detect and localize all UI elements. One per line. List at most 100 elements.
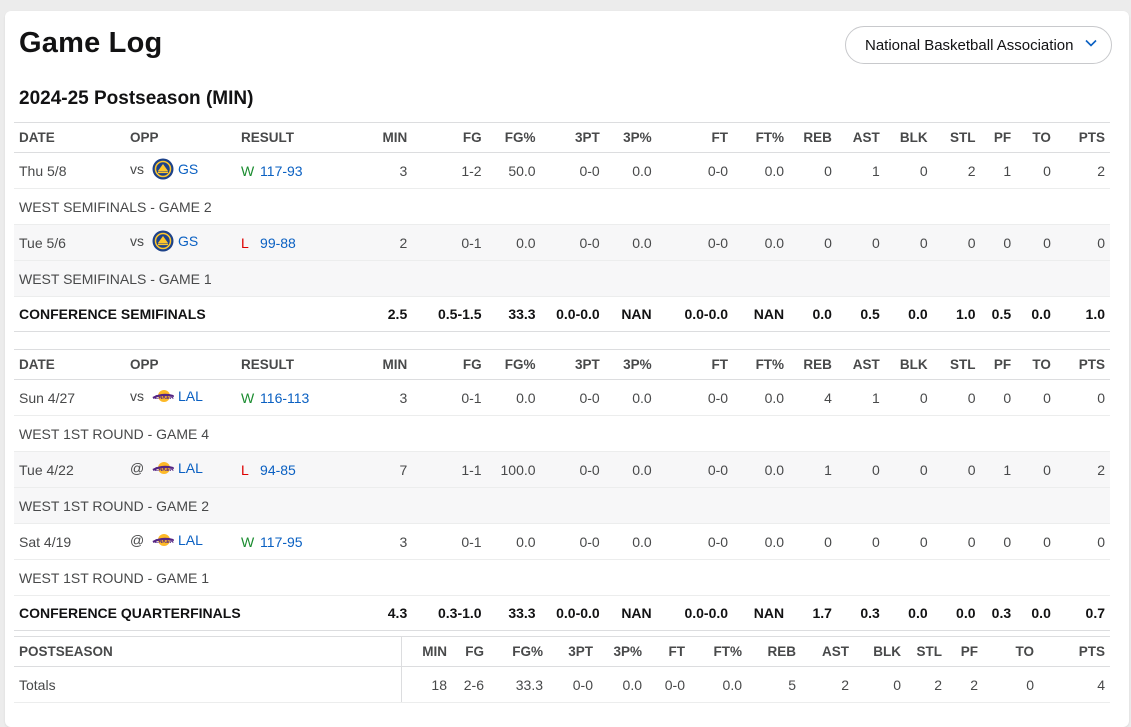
stat-3pt: 0-0 [540,379,605,416]
summary-stat-fg-pct: 33.3 [486,296,541,332]
totals-column-reb: REB [747,636,801,667]
game-score-link[interactable]: 117-93 [260,163,303,179]
stat-3p-pct: 0.0 [604,451,657,488]
stat-stl: 0 [932,224,981,261]
totals-header-row: POSTSEASON MIN FG FG% 3PT 3P% FT FT% REB AST BLK ST… [14,636,1110,667]
game-row: Tue 5/6 vs GS L 99-88 2 0-1 0.0 0-0 0.0 0-0 0.0 0 0 0 0… [14,224,1110,261]
summary-stat-min: 4.3 [333,595,413,631]
game-note-row: WEST 1ST ROUND - GAME 2 [14,487,1110,524]
stat-pts: 0 [1055,224,1110,261]
column-header-stl: STL [932,349,981,380]
stat-reb: 0 [789,523,837,560]
column-header-date: DATE [14,349,126,380]
column-header-reb: REB [789,349,837,380]
stat-stl: 0 [932,451,981,488]
column-header-result: RESULT [236,349,334,380]
svg-text:LAKERS: LAKERS [155,539,174,545]
opponent-team-link[interactable]: GS [178,161,198,177]
summary-stat-reb: 0.0 [789,296,837,332]
opponent-team-link[interactable]: LAL [178,460,203,476]
totals-column-pts: PTS [1039,636,1110,667]
table-header-row: DATE OPP RESULT MIN FG FG% 3PT 3P% FT FT% REB AST BL… [14,122,1110,153]
stat-3p-pct: 0.0 [604,152,657,189]
game-note-row: WEST SEMIFINALS - GAME 1 [14,260,1110,297]
summary-stat-to: 0.0 [1016,595,1056,631]
column-header-3pt: 3PT [540,349,605,380]
summary-stat-3p-pct: NAN [604,595,657,631]
opponent-team-link[interactable]: LAL [178,532,203,548]
stat-3pt: 0-0 [540,224,605,261]
stat-to: 0 [1016,379,1056,416]
summary-stat-blk: 0.0 [884,595,933,631]
lakers-logo-icon: LAKERS [152,462,174,474]
stat-pf: 0 [980,379,1017,416]
stat-fg-pct: 0.0 [486,523,541,560]
game-date: Tue 5/6 [14,224,126,261]
game-score-link[interactable]: 99-88 [260,235,296,251]
totals-stat-fg: 2-6 [452,666,489,703]
summary-stat-ft-pct: NAN [733,296,790,332]
column-header-fg: FG [412,349,487,380]
totals-column-min: MIN [401,636,452,667]
totals-column-ft-pct: FT% [690,636,747,667]
stat-ft: 0-0 [656,379,734,416]
totals-column-3pt: 3PT [548,636,598,667]
summary-stat-pts: 1.0 [1055,296,1110,332]
stat-to: 0 [1016,451,1056,488]
stat-ast: 0 [836,451,885,488]
stat-pf: 1 [980,152,1017,189]
stat-ast: 1 [836,152,885,189]
opponent-team-link[interactable]: GS [178,233,198,249]
result-cell: W 117-93 [236,152,334,189]
totals-column-to: TO [983,636,1039,667]
quarterfinals-table: DATE OPP RESULT MIN FG FG% 3PT 3P% FT FT% REB AST BL… [14,349,1110,631]
stat-3pt: 0-0 [540,523,605,560]
stat-ft: 0-0 [656,152,734,189]
win-loss-indicator: W [241,162,255,179]
stat-fg-pct: 50.0 [486,152,541,189]
league-select[interactable]: National Basketball Association [845,26,1112,64]
stat-ft: 0-0 [656,224,734,261]
totals-stat-fg-pct: 33.3 [489,666,548,703]
game-score-link[interactable]: 94-85 [260,462,296,478]
stat-blk: 0 [884,379,933,416]
game-score-link[interactable]: 116-113 [260,390,309,406]
totals-stat-blk: 0 [854,666,906,703]
stat-stl: 0 [932,379,981,416]
stat-fg: 0-1 [412,224,487,261]
home-away-indicator: vs [130,233,145,250]
stat-blk: 0 [884,451,933,488]
game-note: WEST SEMIFINALS - GAME 2 [14,188,1110,225]
svg-text:LAKERS: LAKERS [155,395,174,401]
column-header-opp: OPP [125,122,237,153]
totals-column-fg-pct: FG% [489,636,548,667]
game-date: Sat 4/19 [14,523,126,560]
totals-stat-pts: 4 [1039,666,1110,703]
summary-stat-pf: 0.3 [980,595,1017,631]
summary-stat-stl: 0.0 [932,595,981,631]
stat-to: 0 [1016,523,1056,560]
stat-min: 3 [333,379,413,416]
stat-ft-pct: 0.0 [733,224,790,261]
stat-fg: 0-1 [412,523,487,560]
table-header-row: DATE OPP RESULT MIN FG FG% 3PT 3P% FT FT% REB AST BL… [14,349,1110,380]
stat-min: 3 [333,152,413,189]
column-header-blk: BLK [884,122,933,153]
round-summary-label: CONFERENCE SEMIFINALS [14,296,334,332]
stat-ft-pct: 0.0 [733,451,790,488]
stat-fg-pct: 0.0 [486,379,541,416]
season-title: 2024-25 Postseason (MIN) [19,88,254,109]
summary-stat-3pt: 0.0-0.0 [540,595,605,631]
column-header-ast: AST [836,122,885,153]
summary-stat-ft: 0.0-0.0 [656,296,734,332]
opponent-team-link[interactable]: LAL [178,388,203,404]
game-score-link[interactable]: 117-95 [260,534,303,550]
column-header-pf: PF [980,349,1017,380]
home-away-indicator: @ [130,532,145,549]
opponent-cell: vs LAKERS LAL [125,379,237,416]
stat-reb: 0 [789,152,837,189]
game-note: WEST SEMIFINALS - GAME 1 [14,260,1110,297]
stat-pts: 0 [1055,379,1110,416]
opponent-cell: vs GS [125,224,237,261]
result-cell: L 99-88 [236,224,334,261]
